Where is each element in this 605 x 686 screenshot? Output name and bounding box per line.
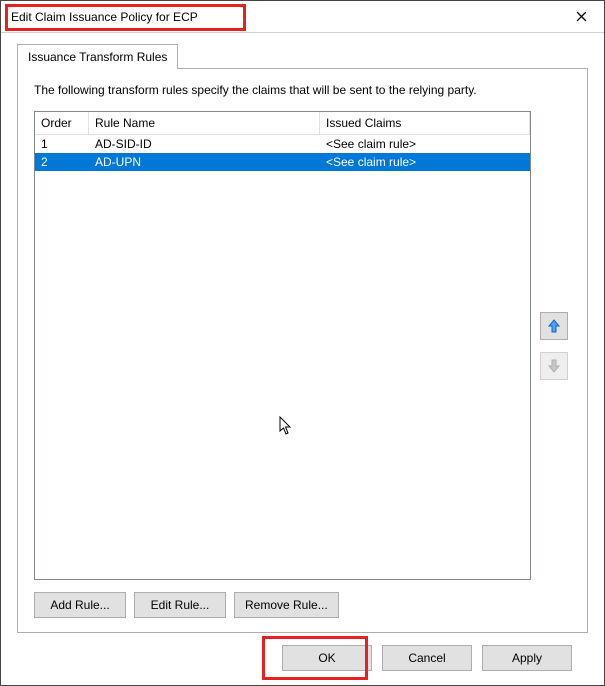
remove-rule-button[interactable]: Remove Rule... [234, 592, 339, 618]
apply-button[interactable]: Apply [482, 645, 572, 671]
description-text: The following transform rules specify th… [34, 83, 571, 97]
column-rule-name[interactable]: Rule Name [89, 112, 320, 134]
listview-header: Order Rule Name Issued Claims [35, 112, 530, 135]
cell-name: AD-SID-ID [89, 135, 320, 153]
move-down-button[interactable] [540, 352, 568, 380]
order-buttons [537, 111, 571, 580]
ok-button[interactable]: OK [282, 645, 372, 671]
rule-button-row: Add Rule... Edit Rule... Remove Rule... [34, 592, 571, 618]
title-bar: Edit Claim Issuance Policy for ECP [1, 1, 604, 33]
tab-label: Issuance Transform Rules [28, 50, 167, 64]
tab-strip: Issuance Transform Rules [17, 43, 588, 68]
cell-name: AD-UPN [89, 153, 320, 171]
tab-panel: The following transform rules specify th… [17, 68, 588, 633]
window-title: Edit Claim Issuance Policy for ECP [11, 10, 198, 24]
add-rule-button[interactable]: Add Rule... [34, 592, 126, 618]
cell-issued: <See claim rule> [320, 135, 530, 153]
cancel-button[interactable]: Cancel [382, 645, 472, 671]
cell-order: 1 [35, 135, 89, 153]
table-row[interactable]: 2 AD-UPN <See claim rule> [35, 153, 530, 171]
cell-issued: <See claim rule> [320, 153, 530, 171]
close-icon [576, 11, 587, 22]
rules-area: Order Rule Name Issued Claims 1 AD-SID-I… [34, 111, 571, 580]
client-area: Issuance Transform Rules The following t… [1, 33, 604, 685]
move-up-button[interactable] [540, 312, 568, 340]
edit-rule-button[interactable]: Edit Rule... [134, 592, 226, 618]
listview-body: 1 AD-SID-ID <See claim rule> 2 AD-UPN <S… [35, 135, 530, 579]
column-order[interactable]: Order [35, 112, 89, 134]
close-button[interactable] [558, 1, 604, 32]
cell-order: 2 [35, 153, 89, 171]
dialog-button-row: OK Cancel Apply [17, 633, 588, 671]
arrow-up-icon [546, 318, 562, 334]
table-row[interactable]: 1 AD-SID-ID <See claim rule> [35, 135, 530, 153]
tab-issuance-transform-rules[interactable]: Issuance Transform Rules [17, 44, 178, 69]
rules-listview[interactable]: Order Rule Name Issued Claims 1 AD-SID-I… [34, 111, 531, 580]
arrow-down-icon [546, 358, 562, 374]
column-issued-claims[interactable]: Issued Claims [320, 112, 530, 134]
dialog-window: Edit Claim Issuance Policy for ECP Issua… [0, 0, 605, 686]
